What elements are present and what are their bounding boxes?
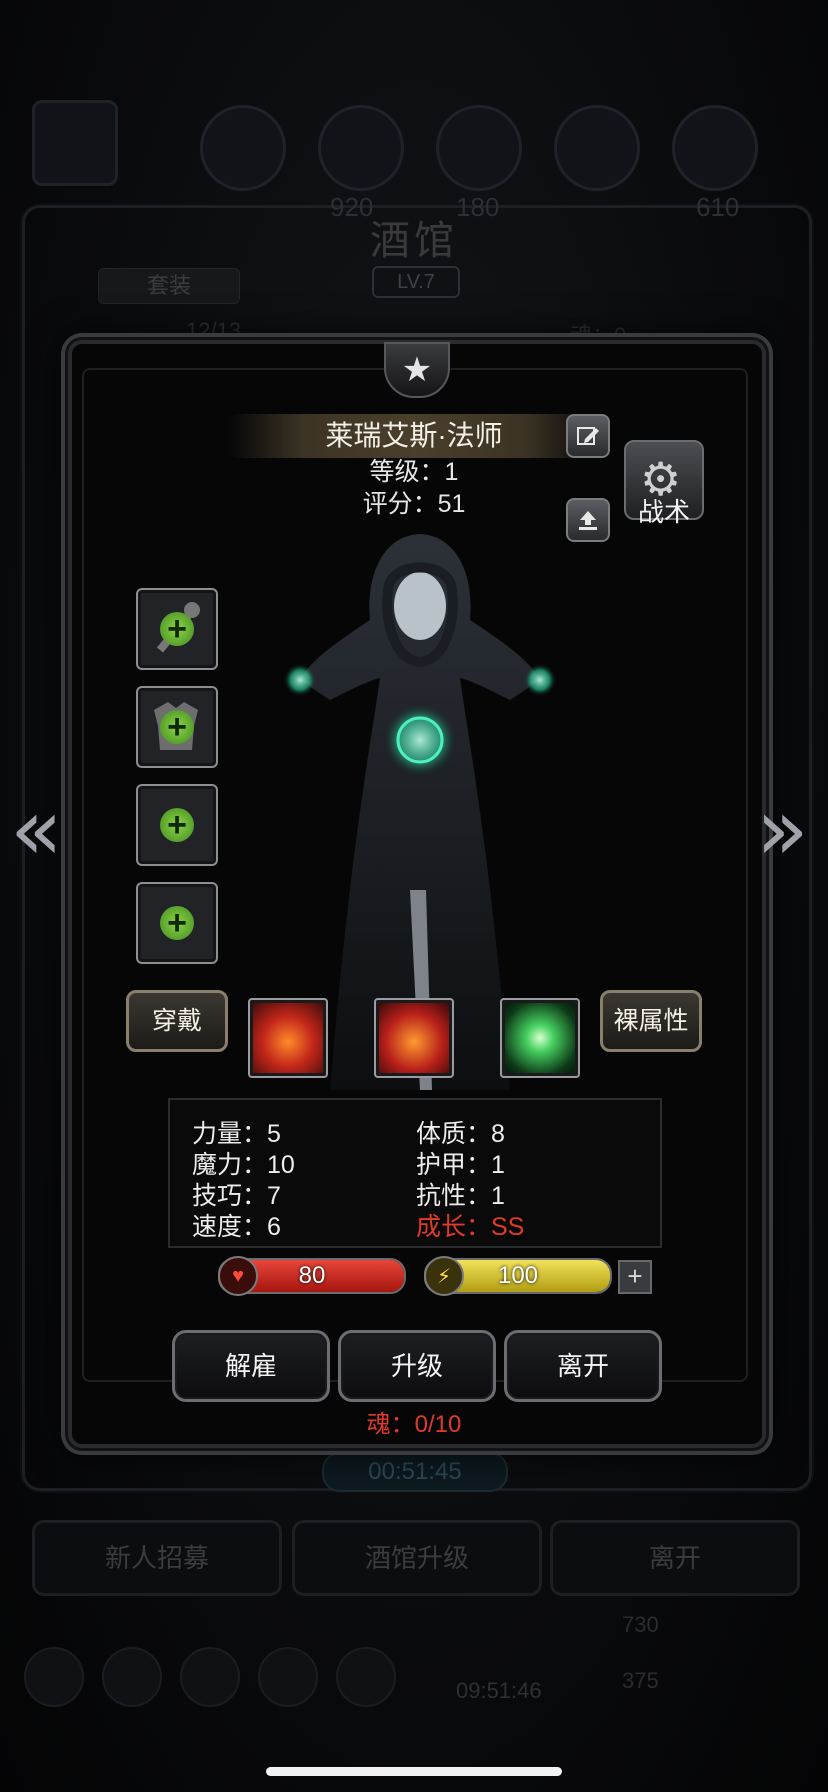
upgrade-button[interactable]: 升级 bbox=[338, 1330, 496, 1402]
heart-icon: ♥ bbox=[218, 1256, 258, 1296]
bg-tavern-upgrade-button: 酒馆升级 bbox=[292, 1520, 542, 1596]
edit-icon bbox=[577, 427, 599, 445]
bg-resource-icon bbox=[318, 105, 404, 191]
bg-menu-icon bbox=[336, 1647, 396, 1707]
bg-menu-icon bbox=[24, 1647, 84, 1707]
hero-score: 评分：51 bbox=[362, 490, 466, 518]
bg-timer: 00:51:45 bbox=[322, 1452, 508, 1492]
bg-gold-value: 730 bbox=[622, 1612, 659, 1637]
bg-clock: 09:51:46 bbox=[456, 1678, 542, 1703]
bg-resource-icon bbox=[554, 105, 640, 191]
bg-tab-set: 套装 bbox=[98, 268, 240, 304]
bg-recruit-button: 新人招募 bbox=[32, 1520, 282, 1596]
flame-skill-icon[interactable] bbox=[374, 998, 454, 1078]
fire-skill-icon[interactable] bbox=[248, 998, 328, 1078]
bg-level: LV.7 bbox=[372, 266, 460, 298]
wear-button[interactable]: 穿戴 bbox=[126, 990, 228, 1052]
bg-title: 酒馆 bbox=[370, 218, 458, 264]
naked-attributes-button[interactable]: 裸属性 bbox=[600, 990, 702, 1052]
bg-gem-value: 375 bbox=[622, 1668, 659, 1693]
bg-menu-icon bbox=[102, 1647, 162, 1707]
add-equipment-icon: + bbox=[160, 906, 194, 940]
upload-icon bbox=[579, 511, 597, 530]
home-indicator[interactable] bbox=[266, 1767, 562, 1776]
bg-leave-button: 离开 bbox=[550, 1520, 800, 1596]
stat-growth: 成长：SS bbox=[416, 1213, 525, 1241]
add-equipment-icon: + bbox=[160, 612, 194, 646]
accessory-slot-1[interactable]: + bbox=[136, 784, 218, 866]
accessory-slot-2[interactable]: + bbox=[136, 882, 218, 964]
tactics-label: 战术 bbox=[637, 497, 690, 527]
next-hero-arrow[interactable]: » bbox=[756, 780, 809, 880]
armor-slot[interactable]: + bbox=[136, 686, 218, 768]
bg-avatar bbox=[32, 100, 118, 186]
add-energy-button[interactable]: + bbox=[618, 1260, 652, 1294]
lightning-icon: ⚡ bbox=[424, 1256, 464, 1296]
star-icon: ★ bbox=[401, 351, 433, 389]
weapon-slot[interactable]: + bbox=[136, 588, 218, 670]
bg-resource-icon bbox=[436, 105, 522, 191]
previous-hero-arrow[interactable]: « bbox=[10, 780, 63, 880]
bg-menu-icon bbox=[180, 1647, 240, 1707]
stat-speed: 速度：6 bbox=[192, 1213, 281, 1241]
share-button[interactable] bbox=[566, 498, 610, 542]
dismiss-button[interactable]: 解雇 bbox=[172, 1330, 330, 1402]
star-ornament: ★ bbox=[384, 342, 450, 398]
rename-button[interactable] bbox=[566, 414, 610, 458]
green-crystal-skill-icon[interactable] bbox=[500, 998, 580, 1078]
add-equipment-icon: + bbox=[160, 710, 194, 744]
soul-counter: 魂：0/10 bbox=[366, 1411, 462, 1438]
bg-menu-icon bbox=[258, 1647, 318, 1707]
bg-resource-icon bbox=[200, 105, 286, 191]
leave-button[interactable]: 离开 bbox=[504, 1330, 662, 1402]
add-equipment-icon: + bbox=[160, 808, 194, 842]
bg-resource-icon bbox=[672, 105, 758, 191]
hero-level: 等级：1 bbox=[369, 458, 459, 486]
